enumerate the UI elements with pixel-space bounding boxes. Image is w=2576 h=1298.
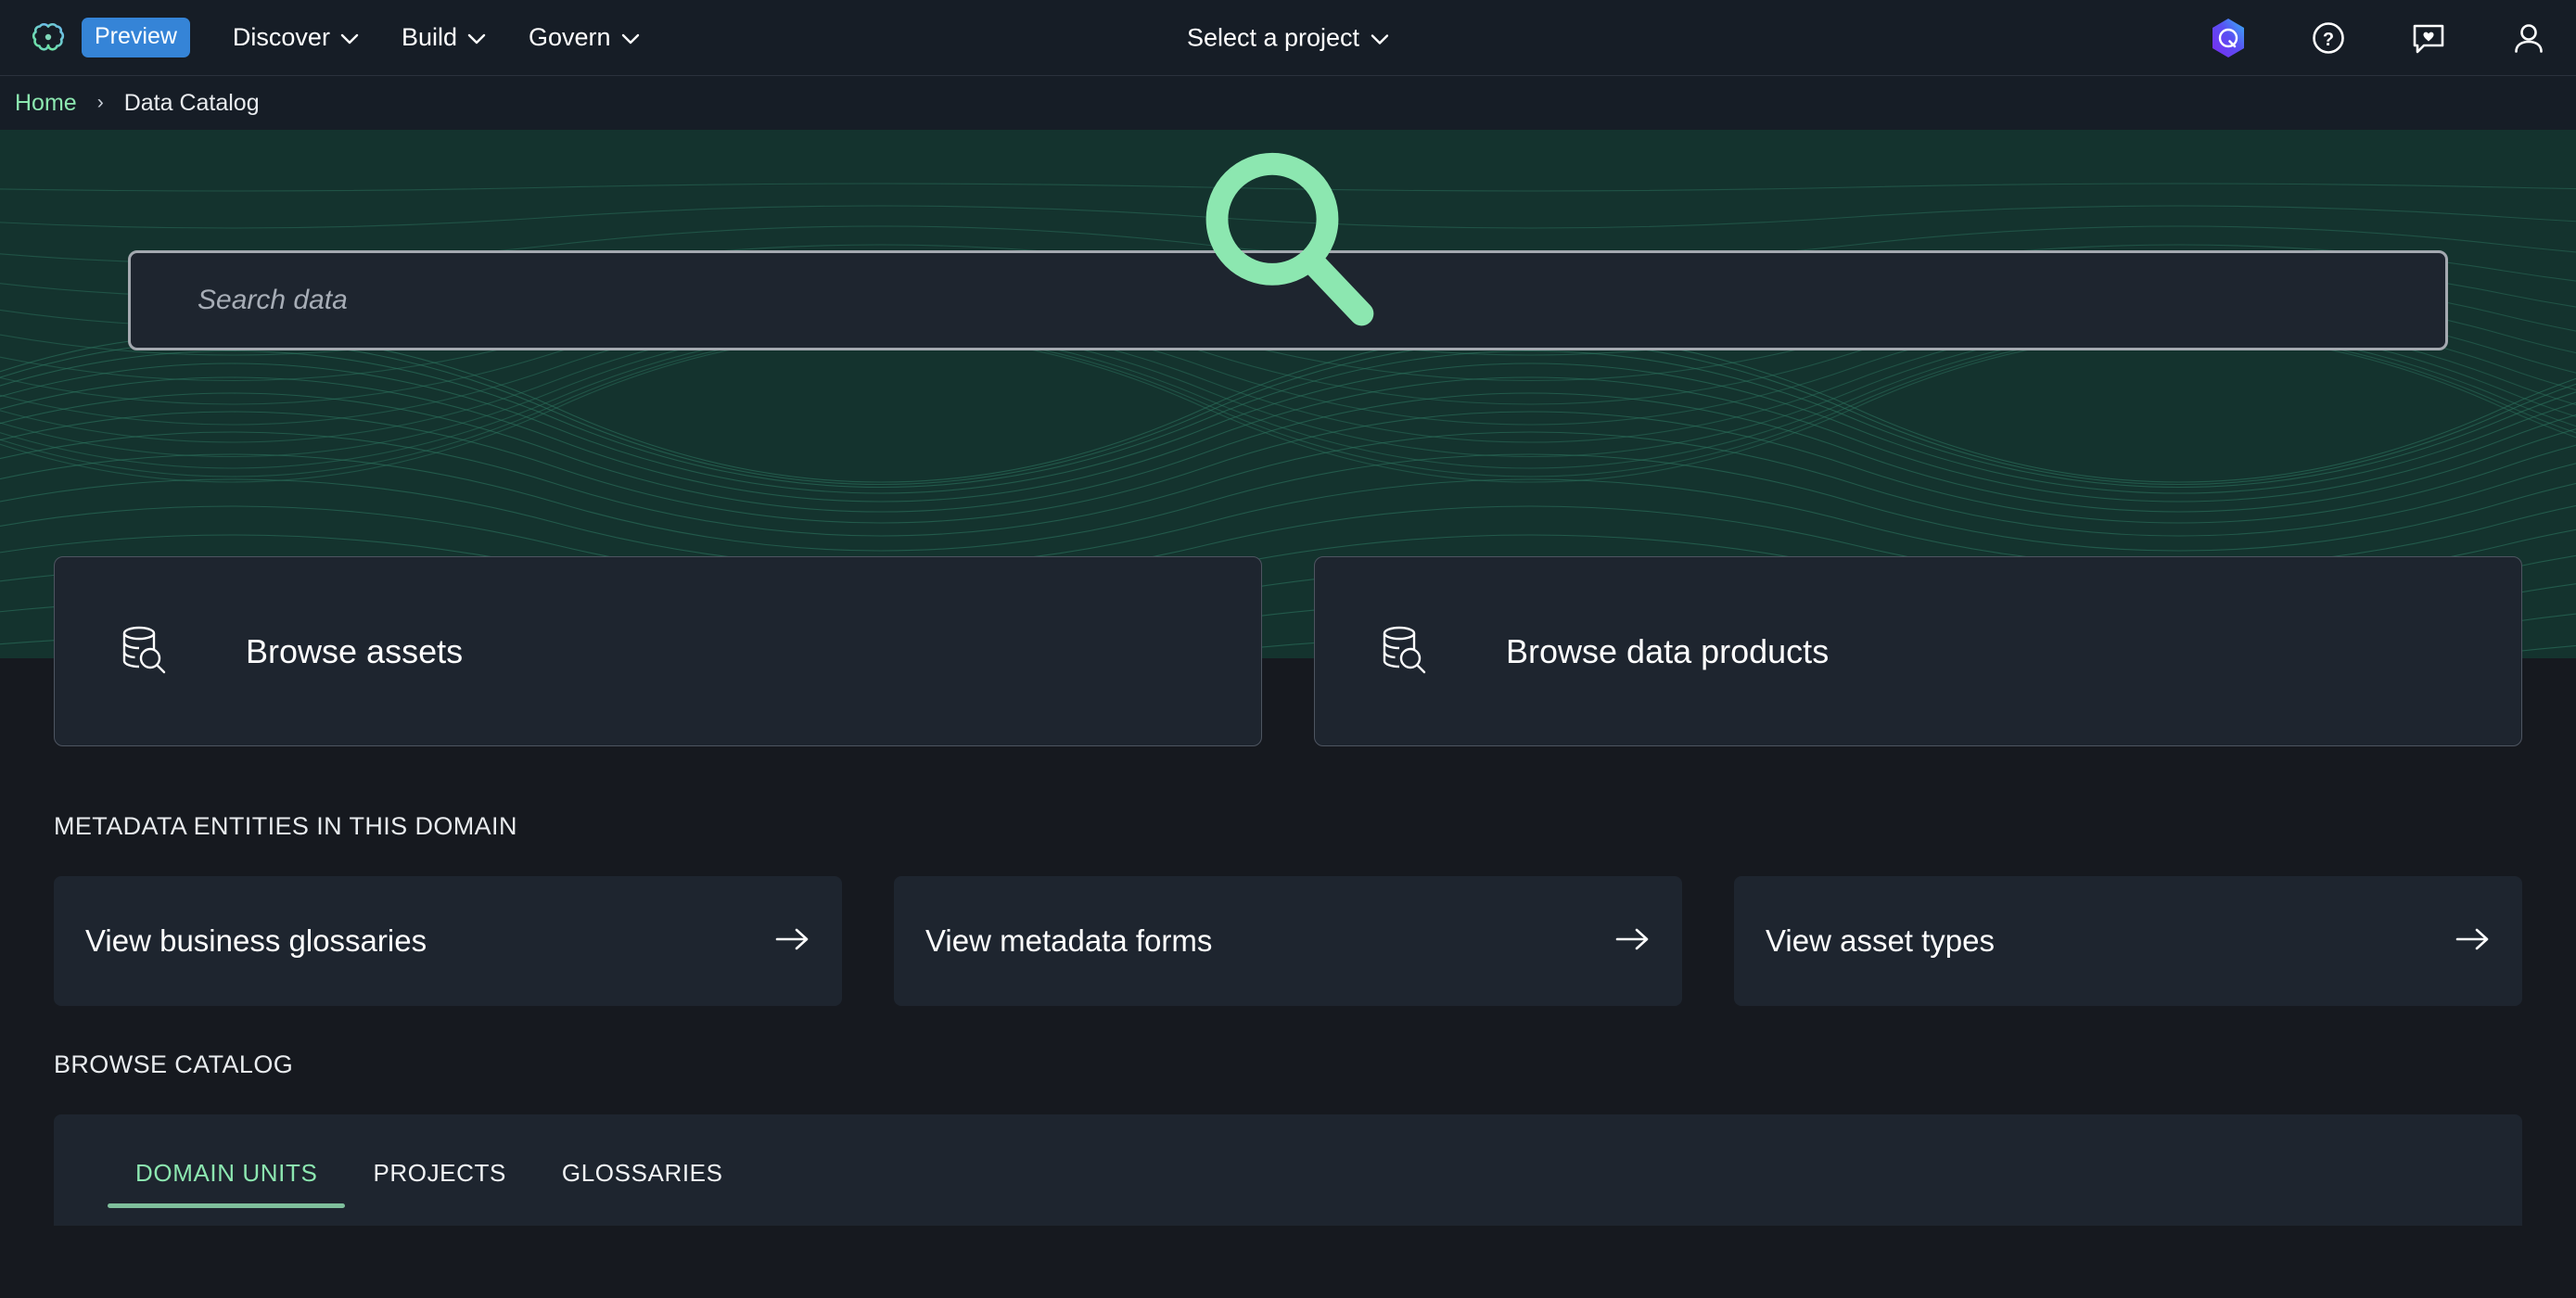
search-input[interactable]: Search data: [128, 152, 2448, 350]
database-search-icon: [116, 620, 173, 682]
view-business-glossaries-card[interactable]: View business glossaries: [54, 876, 842, 1006]
amazon-q-hexagon-icon[interactable]: [2209, 18, 2248, 57]
brain-logo-icon[interactable]: [22, 12, 74, 64]
user-profile-icon[interactable]: [2509, 19, 2548, 57]
svg-text:?: ?: [2323, 30, 2334, 50]
breadcrumb-separator-icon: ›: [96, 92, 104, 113]
project-selector-label: Select a project: [1186, 23, 1360, 51]
browse-data-products-label: Browse data products: [1506, 631, 1830, 670]
preview-badge[interactable]: Preview: [82, 18, 190, 57]
metadata-entities-cards: View business glossaries View metadata f…: [54, 876, 2522, 1006]
browse-assets-card[interactable]: Browse assets: [54, 556, 1262, 746]
nav-item-build-label: Build: [401, 23, 457, 51]
chevron-down-icon: [467, 23, 486, 52]
view-metadata-forms-label: View metadata forms: [925, 923, 1213, 958]
browse-cards-row: Browse assets Browse data products: [0, 556, 2576, 746]
hero-content: Search data: [0, 130, 2576, 350]
chevron-down-icon: [1371, 23, 1389, 52]
top-navigation-bar: Preview Discover Build Govern Select a p…: [0, 0, 2576, 76]
tab-glossaries[interactable]: GLOSSARIES: [534, 1159, 751, 1208]
nav-left-group: Preview Discover Build Govern: [0, 12, 640, 64]
nav-item-govern-label: Govern: [529, 23, 611, 51]
nav-item-build[interactable]: Build: [402, 23, 486, 52]
nav-item-govern[interactable]: Govern: [529, 23, 640, 52]
browse-catalog-tab-panel: DOMAIN UNITS PROJECTS GLOSSARIES: [54, 1114, 2522, 1226]
nav-item-discover-label: Discover: [232, 23, 330, 51]
metadata-entities-title: METADATA ENTITIES IN THIS DOMAIN: [54, 812, 517, 840]
browse-catalog-title: BROWSE CATALOG: [54, 1050, 294, 1078]
browse-catalog-section: BROWSE CATALOG DOMAIN UNITS PROJECTS GLO…: [54, 1050, 2522, 1226]
view-metadata-forms-card[interactable]: View metadata forms: [894, 876, 1682, 1006]
database-search-icon: [1376, 620, 1434, 682]
browse-assets-label: Browse assets: [246, 631, 464, 670]
feedback-heart-icon[interactable]: [2409, 19, 2448, 57]
arrow-right-icon: [1615, 926, 1651, 957]
nav-right-group: ?: [2209, 18, 2548, 57]
view-business-glossaries-label: View business glossaries: [85, 923, 427, 958]
arrow-right-icon: [2455, 926, 2491, 957]
nav-item-discover[interactable]: Discover: [233, 23, 359, 52]
breadcrumb: Home › Data Catalog: [0, 76, 2576, 130]
project-selector[interactable]: Select a project: [1187, 23, 1389, 52]
breadcrumb-current: Data Catalog: [123, 89, 260, 116]
tab-projects[interactable]: PROJECTS: [345, 1159, 533, 1208]
help-circle-icon[interactable]: ?: [2309, 19, 2348, 57]
chevron-down-icon: [340, 23, 359, 52]
browse-catalog-tablist: DOMAIN UNITS PROJECTS GLOSSARIES: [108, 1114, 2522, 1208]
tab-domain-units[interactable]: DOMAIN UNITS: [108, 1159, 346, 1208]
view-asset-types-card[interactable]: View asset types: [1734, 876, 2522, 1006]
arrow-right-icon: [775, 926, 810, 957]
chevron-down-icon: [621, 23, 640, 52]
view-asset-types-label: View asset types: [1766, 923, 1996, 958]
browse-data-products-card[interactable]: Browse data products: [1314, 556, 2522, 746]
breadcrumb-home-link[interactable]: Home: [15, 90, 77, 117]
